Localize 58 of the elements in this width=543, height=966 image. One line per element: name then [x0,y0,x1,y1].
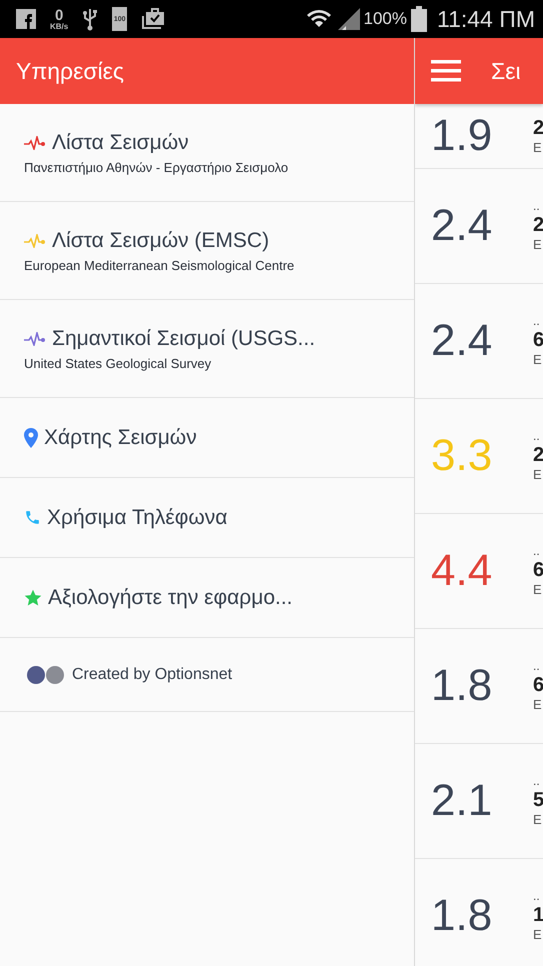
app-title: Σει [491,58,521,84]
drawer-item[interactable]: Λίστα Σεισμών (EMSC) European Mediterranean Seismological Centre [0,202,414,300]
magnitude: 3.3 [431,431,494,481]
magnitude: 2.1 [431,776,494,826]
date-text: .. [533,889,541,904]
item-subtitle: Πανεπιστήμιο Αθηνών - Εργαστήριο Σεισμολο [24,160,290,174]
date-text: .. [533,314,541,328]
battery-icon [410,6,427,32]
date-text: .. [533,774,541,788]
detail-text: Ε [533,927,543,943]
earthquake-row[interactable]: 2.4 .. 2 Ε [415,169,543,284]
item-subtitle: United States Geological Survey [24,356,212,370]
magnitude: 2.4 [431,316,494,366]
detail-text: Ε [533,467,543,483]
clock: 11:44 ΠΜ [436,6,535,32]
menu-icon[interactable] [431,60,461,82]
usb-icon [82,7,98,31]
drawer-item[interactable]: Λίστα Σεισμών Πανεπιστήμιο Αθηνών - Εργαστήριο Σεισμολο [0,104,414,202]
drawer-item[interactable]: Χάρτης Σεισμών [0,398,414,478]
magnitude: 1.8 [431,661,494,711]
signal-icon [336,8,360,30]
credits-text: Created by Optionsnet [72,666,232,684]
logo-icon [26,664,66,684]
detail-text: Ε [533,140,543,156]
magnitude: 1.8 [431,891,494,941]
facebook-icon [16,9,36,29]
earthquake-row[interactable]: 3.3 .. 2 Ε [415,399,543,514]
date-text: .. [533,659,541,674]
item-title: Αξιολογήστε την εφαρμο... [48,586,293,610]
date-text: .. [533,429,541,444]
item-title: Λίστα Σεισμών [52,130,189,154]
drawer-item[interactable]: Χρήσιμα Τηλέφωνα [0,478,414,558]
date-text: .. [533,199,541,214]
detail-text: Ε [533,697,543,713]
drawer-title: Υπηρεσίες [16,58,124,84]
magnitude: 4.4 [431,546,494,596]
item-title: Χάρτης Σεισμών [44,426,197,450]
location-text: 2 [533,443,543,468]
drawer-item[interactable]: Αξιολογήστε την εφαρμο... [0,558,414,638]
location-text: 2 [533,213,543,238]
detail-text: Ε [533,352,543,368]
detail-text: Ε [533,237,543,253]
drawer-item[interactable]: Σημαντικοί Σεισμοί (USGS... United States Geological Survey [0,300,414,398]
magnitude: 1.9 [431,114,494,158]
earthquake-row[interactable]: 1.9 2 Ε [415,104,543,169]
data-speed: 0 [54,8,64,22]
battery-percent: 100% [364,9,407,29]
detail-text: Ε [533,582,543,598]
magnitude: 2.4 [431,201,494,251]
data-unit: KB/s [50,22,68,30]
date-text: .. [533,544,541,558]
detail-text: Ε [533,812,543,828]
briefcase-check-icon [141,8,166,30]
item-title: Λίστα Σεισμών (EMSC) [52,228,270,252]
item-title: Χρήσιμα Τηλέφωνα [47,506,228,530]
item-title: Σημαντικοί Σεισμοί (USGS... [52,326,316,350]
location-text: 2 [533,116,543,140]
item-subtitle: European Mediterranean Seismological Centre [24,258,296,272]
